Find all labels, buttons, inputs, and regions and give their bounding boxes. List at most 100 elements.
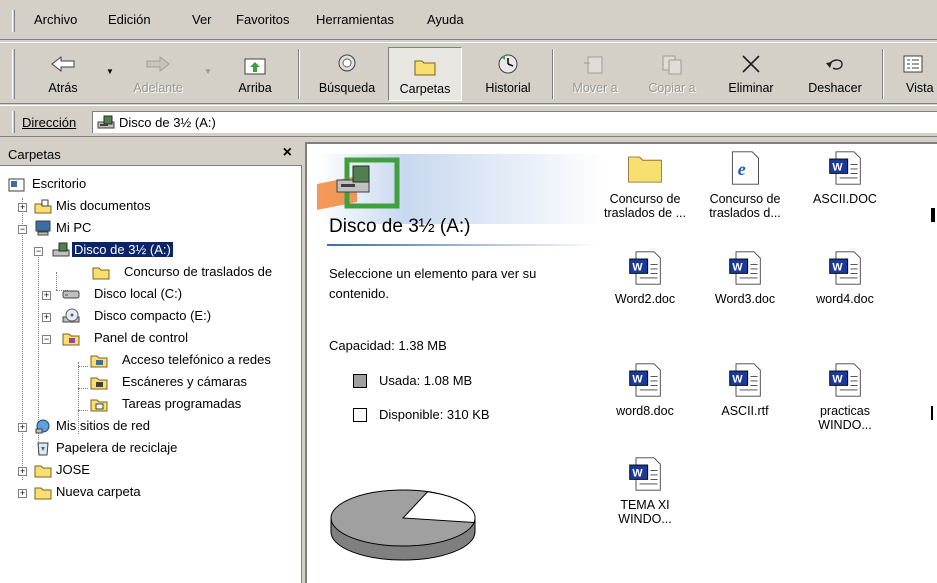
cd-drive-icon [62,308,80,323]
tree-label-tareas: Tareas programadas [122,396,242,411]
file-name-line-2: WINDO... [818,418,872,432]
hard-drive-icon [62,290,80,299]
delete-x-icon [742,55,760,73]
content-pane: Disco de 3½ (A:) Seleccione un elemento … [305,142,937,583]
tree-label-panel-control: Panel de control [94,330,188,345]
word-document-icon: W [829,363,861,397]
tree-label-jose: JOSE [56,462,90,477]
menu-ver[interactable]: Ver [192,12,212,27]
back-dropdown-icon[interactable]: ▼ [106,67,114,76]
file-item[interactable]: Wpracticas WINDO... [799,362,891,432]
menu-grip[interactable] [12,10,15,32]
menu-favoritos[interactable]: Favoritos [236,12,289,27]
search-button[interactable]: Búsqueda [310,47,384,101]
file-item[interactable]: Concurso de traslados de ... [599,150,691,220]
folders-label: Carpetas [399,82,451,96]
copy-to-label: Copiar a [648,81,696,95]
folder-icon [34,487,52,500]
file-name-line-2: traslados d... [709,206,781,220]
floppy-drive-icon [52,242,70,257]
file-item[interactable]: e Concurso de traslados d... [699,150,791,220]
move-to-label: Mover a [572,81,618,95]
tree-label-concurso: Concurso de traslados de [124,264,273,279]
svg-text:W: W [832,262,843,274]
expand-icon[interactable]: + [42,313,51,322]
tree-line [78,366,88,367]
tree-label-acceso-telefonico: Acceso telefónico a redes [122,352,271,367]
file-item[interactable]: W TEMA XI WINDO... [599,456,691,526]
my-documents-icon [34,199,52,214]
expand-icon[interactable]: + [42,291,51,300]
history-button[interactable]: Historial [472,47,544,101]
forward-arrow-icon [146,55,170,73]
views-label: Vista [906,81,934,95]
recycle-bin-icon [37,442,49,456]
move-to-button[interactable]: Mover a [560,47,630,101]
back-label: Atrás [48,81,78,95]
folders-button[interactable]: Carpetas [388,47,462,101]
svg-text:W: W [832,162,843,174]
expand-icon[interactable]: + [18,423,27,432]
back-button[interactable]: Atrás [38,47,88,101]
word-document-icon: W [829,151,861,185]
folder-icon [92,267,110,280]
file-name-line-2: WINDO... [618,512,672,526]
close-pane-icon[interactable]: × [283,144,292,162]
word-document-icon: W [629,363,661,397]
control-panel-icon [62,333,80,346]
address-grip[interactable] [12,111,15,133]
file-name-line-2: traslados de ... [604,206,686,220]
folders-icon [414,60,436,76]
tree-label-nueva-carpeta: Nueva carpeta [56,484,141,499]
menu-ayuda[interactable]: Ayuda [427,12,464,27]
toolbar-separator [298,49,300,99]
menu-bar: Archivo Edición Ver Favoritos Herramient… [0,0,937,40]
dial-up-networking-icon [90,355,108,368]
file-name-line-1: Concurso de [609,192,681,206]
file-item[interactable]: Wword4.doc [799,250,891,306]
folder-icon [628,156,662,183]
up-button[interactable]: Arriba [228,47,282,101]
expand-icon[interactable]: + [18,467,27,476]
toolbar-separator [882,49,884,99]
drive-title: Disco de 3½ (A:) [329,216,471,237]
collapse-icon[interactable]: − [18,225,27,234]
tree-label-papelera: Papelera de reciclaje [56,440,178,455]
menu-edicion[interactable]: Edición [108,12,151,27]
svg-text:W: W [632,262,643,274]
tree-line [56,272,57,290]
select-hint-line-2: contenido. [329,286,389,301]
address-bar: Dirección Disco de 3½ (A:) [0,105,937,137]
back-arrow-icon [51,55,75,73]
toolbar-grip[interactable] [12,49,15,99]
menu-herramientas[interactable]: Herramientas [316,12,394,27]
address-field[interactable]: Disco de 3½ (A:) [92,111,937,133]
tree-label-disco-a: Disco de 3½ (A:) [71,241,174,258]
views-button[interactable]: Vista [890,47,937,101]
file-name-line-1: TEMA XI [620,498,670,512]
scanners-cameras-icon [90,377,108,390]
collapse-icon[interactable]: − [42,335,51,344]
forward-button[interactable]: Adelante [124,47,192,101]
forward-label: Adelante [133,81,183,95]
collapse-icon[interactable]: − [34,247,43,256]
copy-to-button[interactable]: Copiar a [636,47,708,101]
file-item[interactable]: W ASCII.DOC [799,150,891,206]
delete-button[interactable]: Eliminar [720,47,782,101]
address-value: Disco de 3½ (A:) [119,115,216,130]
file-item[interactable]: W Word2.doc [599,250,691,306]
tree-label-disco-e: Disco compacto (E:) [94,308,212,323]
copy-to-icon [662,55,682,75]
expand-icon[interactable]: + [18,203,27,212]
file-item[interactable]: W Word3.doc [699,250,791,306]
svg-text:W: W [732,262,743,274]
undo-button[interactable]: Deshacer [796,47,874,101]
file-item[interactable]: W ASCII.rtf [699,362,791,418]
forward-dropdown-icon[interactable]: ▼ [204,67,212,76]
file-name-line-1: Word3.doc [714,292,776,306]
my-computer-icon [35,220,51,236]
file-item[interactable]: Wword8.doc [599,362,691,418]
menu-archivo[interactable]: Archivo [34,12,77,27]
title-divider [327,244,599,246]
expand-icon[interactable]: + [18,489,27,498]
